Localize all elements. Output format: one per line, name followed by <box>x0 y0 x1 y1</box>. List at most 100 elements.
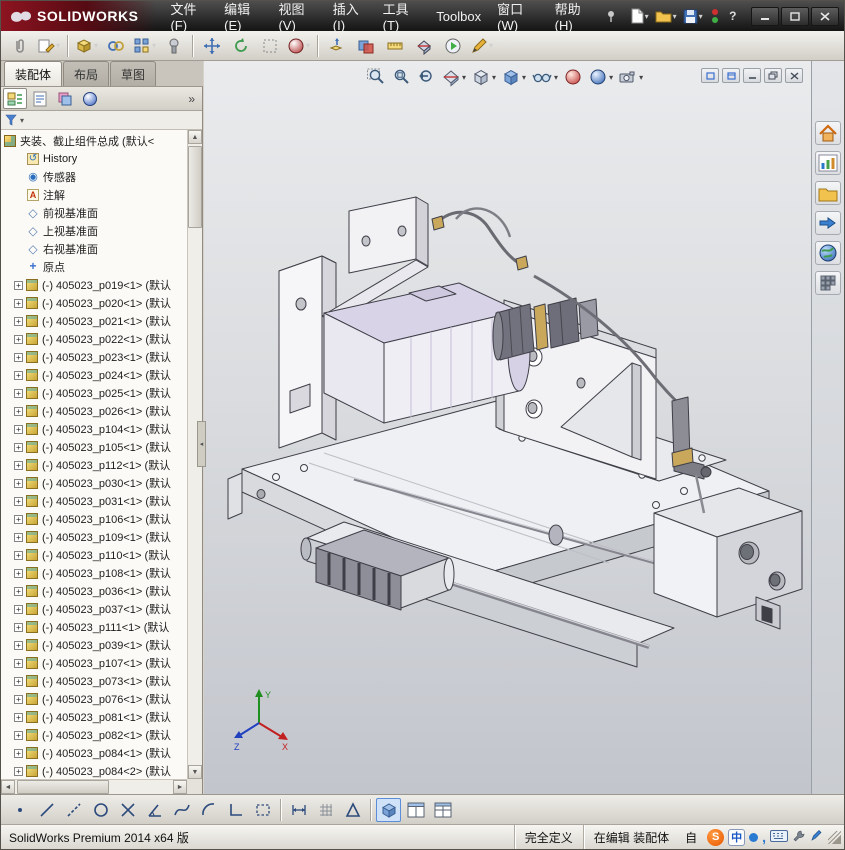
tree-part-row[interactable]: + (-) 405023_p037<1> (默认 <box>1 600 187 618</box>
expand-toggle-icon[interactable]: + <box>14 676 23 686</box>
expand-toggle-icon[interactable]: + <box>14 406 23 416</box>
filter-bar[interactable]: ▾ <box>1 111 202 130</box>
tab-displaymanager[interactable] <box>78 88 102 109</box>
scroll-up-button[interactable]: ▲ <box>188 130 202 144</box>
expand-toggle-icon[interactable]: + <box>14 568 23 578</box>
apply-scene-button[interactable]: ▾ <box>586 65 615 89</box>
exploded-view-button[interactable] <box>323 33 350 59</box>
doc-next-window-button[interactable] <box>722 68 740 83</box>
zoom-fit-button[interactable] <box>364 65 388 89</box>
tree-part-row[interactable]: + (-) 405023_p082<1> (默认 <box>1 726 187 744</box>
tree-part-row[interactable]: + (-) 405023_p031<1> (默认 <box>1 492 187 510</box>
expand-toggle-icon[interactable]: + <box>14 280 23 290</box>
tree-part-row[interactable]: + (-) 405023_p110<1> (默认 <box>1 546 187 564</box>
expand-toggle-icon[interactable]: + <box>14 496 23 506</box>
graphics-viewport[interactable]: ▾ ▾ ▾ ▾ ▾ ▾ Y X Z <box>204 61 811 794</box>
insert-component-button[interactable]: ▾ <box>73 33 100 59</box>
appearance-button[interactable]: ▾ <box>285 33 312 59</box>
tree-part-row[interactable]: + (-) 405023_p106<1> (默认 <box>1 510 187 528</box>
tree-part-row[interactable]: + (-) 405023_p084<1> (默认 <box>1 744 187 762</box>
scroll-left-button[interactable]: ◄ <box>1 780 15 794</box>
expand-toggle-icon[interactable]: + <box>14 460 23 470</box>
smart-dimension-button[interactable] <box>286 798 311 822</box>
panel-flyout-button[interactable]: » <box>183 92 200 106</box>
sogou-skin-icon[interactable] <box>749 832 759 842</box>
tree-part-row[interactable]: + (-) 405023_p025<1> (默认 <box>1 384 187 402</box>
arc-tool-button[interactable] <box>196 798 221 822</box>
custom-menu-label[interactable]: 自 <box>679 829 703 846</box>
custom-properties-button[interactable] <box>815 271 841 295</box>
tree-part-row[interactable]: + (-) 405023_p084<2> (默认 <box>1 762 187 779</box>
mate-button[interactable] <box>102 33 129 59</box>
menubar-item[interactable]: 插入(I) <box>325 1 375 33</box>
construction-rect-tool-button[interactable] <box>250 798 275 822</box>
save-button[interactable]: ▾ <box>681 5 705 27</box>
assembly-model[interactable] <box>204 61 809 794</box>
tree-folder-row[interactable]: 原点 <box>1 258 187 276</box>
relations-button[interactable] <box>340 798 365 822</box>
panel-collapse-handle[interactable]: ◂ <box>197 421 206 467</box>
expand-toggle-icon[interactable]: + <box>14 388 23 398</box>
maximize-button[interactable] <box>781 6 809 26</box>
select-tool-button[interactable] <box>7 798 32 822</box>
grid-snap-button[interactable] <box>313 798 338 822</box>
menubar-item[interactable]: 视图(V) <box>270 1 324 33</box>
tree-part-row[interactable]: + (-) 405023_p020<1> (默认 <box>1 294 187 312</box>
tree-part-row[interactable]: + (-) 405023_p112<1> (默认 <box>1 456 187 474</box>
tree-part-row[interactable]: + (-) 405023_p107<1> (默认 <box>1 654 187 672</box>
ime-pen-icon[interactable] <box>810 829 822 845</box>
tab-propertymanager[interactable] <box>28 88 52 109</box>
command-tab[interactable]: 装配体 <box>4 61 63 86</box>
motion-study-button[interactable] <box>439 33 466 59</box>
menubar-item[interactable]: 工具(T) <box>375 1 429 33</box>
tree-part-row[interactable]: + (-) 405023_p108<1> (默认 <box>1 564 187 582</box>
file-explorer-button[interactable] <box>815 211 841 235</box>
circle-tool-button[interactable] <box>88 798 113 822</box>
tree-part-row[interactable]: + (-) 405023_p076<1> (默认 <box>1 690 187 708</box>
tree-folder-row[interactable]: 前视基准面 <box>1 204 187 222</box>
expand-toggle-icon[interactable]: + <box>14 712 23 722</box>
resources-button[interactable] <box>815 151 841 175</box>
hide-show-items-button[interactable]: ▾ <box>529 65 560 89</box>
sogou-punctuation-icon[interactable]: , <box>762 830 766 844</box>
menubar-item[interactable]: 帮助(H) <box>547 1 602 33</box>
viewport-four-view-button[interactable] <box>430 798 455 822</box>
close-button[interactable] <box>811 6 839 26</box>
line-tool-button[interactable] <box>34 798 59 822</box>
new-document-button[interactable]: ▾ <box>628 5 651 27</box>
expand-toggle-icon[interactable]: + <box>14 640 23 650</box>
open-button[interactable]: ▾ <box>653 5 679 27</box>
angle-tool-button[interactable] <box>142 798 167 822</box>
tree-folder-row[interactable]: 传感器 <box>1 168 187 186</box>
attach-button[interactable] <box>6 33 33 59</box>
design-library-button[interactable] <box>815 181 841 205</box>
tree-part-row[interactable]: + (-) 405023_p036<1> (默认 <box>1 582 187 600</box>
rebuild-indicator-button[interactable] <box>707 5 723 27</box>
expand-toggle-icon[interactable]: + <box>14 694 23 704</box>
expand-toggle-icon[interactable]: + <box>14 532 23 542</box>
tree-part-row[interactable]: + (-) 405023_p019<1> (默认 <box>1 276 187 294</box>
doc-restore-button[interactable] <box>764 68 782 83</box>
tree-part-row[interactable]: + (-) 405023_p039<1> (默认 <box>1 636 187 654</box>
edit-appearance-button[interactable] <box>561 65 585 89</box>
tree-folder-row[interactable]: 上视基准面 <box>1 222 187 240</box>
tree-part-row[interactable]: + (-) 405023_p021<1> (默认 <box>1 312 187 330</box>
tree-part-row[interactable]: + (-) 405023_p023<1> (默认 <box>1 348 187 366</box>
tab-featuremanager[interactable] <box>3 88 27 109</box>
interference-check-button[interactable] <box>352 33 379 59</box>
tree-part-row[interactable]: + (-) 405023_p022<1> (默认 <box>1 330 187 348</box>
corner-tool-button[interactable] <box>223 798 248 822</box>
view-orientation-button[interactable]: ▾ <box>469 65 498 89</box>
expand-toggle-icon[interactable]: + <box>14 352 23 362</box>
menubar-item[interactable]: 编辑(E) <box>216 1 270 33</box>
tree-folder-row[interactable]: 右视基准面 <box>1 240 187 258</box>
tree-part-row[interactable]: + (-) 405023_p104<1> (默认 <box>1 420 187 438</box>
tree-part-row[interactable]: + (-) 405023_p109<1> (默认 <box>1 528 187 546</box>
sogou-toolbox-icon[interactable] <box>792 829 806 846</box>
previous-view-button[interactable] <box>414 65 438 89</box>
expand-toggle-icon[interactable]: + <box>14 730 23 740</box>
expand-toggle-icon[interactable]: + <box>14 334 23 344</box>
expand-toggle-icon[interactable]: + <box>14 622 23 632</box>
sogou-icon[interactable]: S <box>707 828 725 846</box>
viewport-two-view-button[interactable] <box>403 798 428 822</box>
